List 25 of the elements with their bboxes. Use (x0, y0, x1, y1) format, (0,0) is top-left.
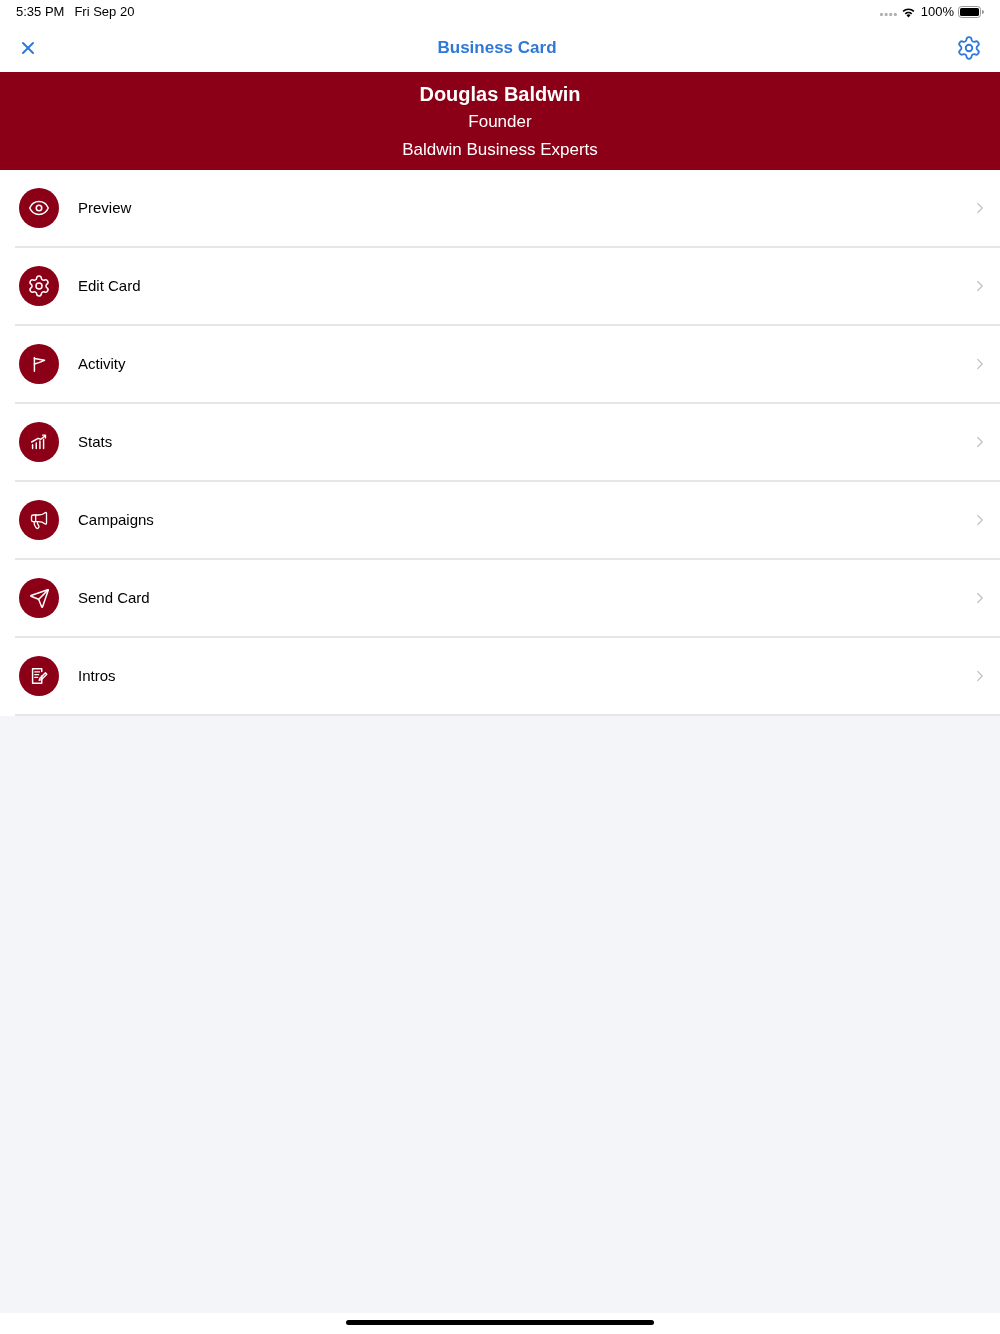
nav-title: Business Card (437, 37, 557, 60)
settings-button[interactable] (956, 35, 982, 61)
profile-role: Founder (468, 111, 532, 133)
gear-icon (19, 266, 59, 306)
pennant-flag-icon (19, 344, 59, 384)
status-time: 5:35 PM (16, 3, 65, 22)
profile-company: Baldwin Business Experts (402, 139, 598, 161)
document-pen-icon (19, 656, 59, 696)
menu-item[interactable]: Preview (0, 170, 1000, 248)
signal-dots-icon (879, 12, 897, 16)
menu-item[interactable]: Campaigns (0, 482, 1000, 560)
menu-item[interactable]: Activity (0, 326, 1000, 404)
megaphone-icon (19, 500, 59, 540)
battery-icon (958, 6, 984, 18)
bar-chart-icon (19, 422, 59, 462)
menu-item[interactable]: Edit Card (0, 248, 1000, 326)
menu-item[interactable]: Send Card (0, 560, 1000, 638)
paper-plane-icon (19, 578, 59, 618)
menu-item[interactable]: Intros (0, 638, 1000, 716)
menu-item[interactable]: Stats (0, 404, 1000, 482)
battery-percent: 100% (920, 3, 954, 22)
wifi-icon (900, 6, 916, 18)
eye-icon (19, 188, 59, 228)
profile-name: Douglas Baldwin (419, 82, 581, 107)
status-date: Fri Sep 20 (74, 3, 135, 22)
